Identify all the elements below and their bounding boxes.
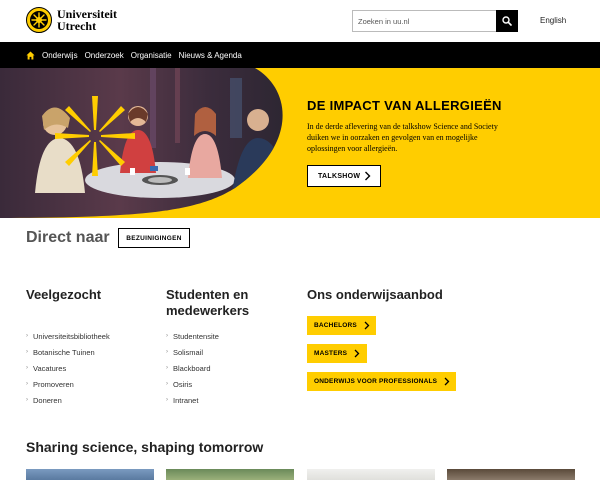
list-item[interactable]: › Doneren: [26, 396, 110, 412]
professionals-label: ONDERWIJS VOOR PROFESSIONALS: [314, 378, 438, 385]
hero-talkshow-image[interactable]: [0, 68, 300, 218]
link-doneren[interactable]: Doneren: [33, 396, 62, 405]
chevron-bullet-icon: ›: [166, 349, 168, 355]
chevron-bullet-icon: ›: [166, 381, 168, 387]
list-item[interactable]: › Studentensite: [166, 332, 219, 348]
link-vacatures[interactable]: Vacatures: [33, 364, 66, 373]
list-item[interactable]: › Osiris: [166, 380, 219, 396]
direct-naar-heading: Direct naar: [26, 229, 110, 246]
heading-line-2: medewerkers: [166, 303, 250, 318]
list-item[interactable]: › Blackboard: [166, 364, 219, 380]
hero-description: In de derde aflevering van de talkshow S…: [307, 122, 498, 153]
chevron-bullet-icon: ›: [26, 349, 28, 355]
news-thumbnail-3[interactable]: [307, 469, 435, 480]
studenten-list: › Studentensite › Solismail › Blackboard › O…: [166, 332, 219, 412]
list-item[interactable]: › Solismail: [166, 348, 219, 364]
hero-title: DE IMPACT VAN ALLERGIEËN: [307, 98, 502, 113]
masters-label: MASTERS: [314, 350, 348, 357]
bachelors-label: BACHELORS: [314, 322, 357, 329]
link-universiteitsbibliotheek[interactable]: Universiteitsbibliotheek: [33, 332, 110, 341]
talkshow-button-label: TALKSHOW: [318, 172, 361, 180]
link-studentensite[interactable]: Studentensite: [173, 332, 219, 341]
site-header: Universiteit Utrecht English: [0, 0, 600, 42]
chevron-right-icon: [364, 321, 370, 330]
nav-item-nieuws-agenda[interactable]: Nieuws & Agenda: [179, 51, 242, 60]
onderwijs-voor-professionals-button[interactable]: ONDERWIJS VOOR PROFESSIONALS: [307, 372, 456, 391]
chevron-right-icon: [365, 171, 371, 181]
studenten-medewerkers-heading: Studenten en medewerkers: [166, 287, 249, 319]
link-promoveren[interactable]: Promoveren: [33, 380, 74, 389]
masters-button[interactable]: MASTERS: [307, 344, 367, 363]
chevron-bullet-icon: ›: [166, 397, 168, 403]
list-item[interactable]: › Intranet: [166, 396, 219, 412]
search-icon: [502, 16, 512, 26]
home-icon: [26, 50, 35, 60]
link-solismail[interactable]: Solismail: [173, 348, 203, 357]
list-item[interactable]: › Botanische Tuinen: [26, 348, 110, 364]
chevron-bullet-icon: ›: [26, 397, 28, 403]
chevron-bullet-icon: ›: [26, 381, 28, 387]
list-item[interactable]: › Universiteitsbibliotheek: [26, 332, 110, 348]
chevron-right-icon: [354, 349, 360, 358]
sun-seal-icon: [26, 7, 52, 33]
link-osiris[interactable]: Osiris: [173, 380, 192, 389]
heading-line-1: Studenten en: [166, 287, 249, 302]
talkshow-button[interactable]: TALKSHOW: [307, 165, 381, 187]
chevron-bullet-icon: ›: [166, 365, 168, 371]
logo-line-2: Utrecht: [57, 19, 97, 33]
logo-text: Universiteit Utrecht: [57, 8, 117, 32]
bachelors-button[interactable]: BACHELORS: [307, 316, 376, 335]
link-blackboard[interactable]: Blackboard: [173, 364, 211, 373]
chevron-bullet-icon: ›: [26, 365, 28, 371]
news-thumbnail-4[interactable]: [447, 469, 575, 480]
list-item[interactable]: › Vacatures: [26, 364, 110, 380]
home-link[interactable]: [26, 50, 35, 60]
chevron-right-icon: [444, 377, 450, 386]
news-thumbnail-2[interactable]: [166, 469, 294, 480]
onderwijsaanbod-heading: Ons onderwijsaanbod: [307, 287, 443, 302]
chevron-bullet-icon: ›: [26, 333, 28, 339]
uu-logo[interactable]: Universiteit Utrecht: [26, 7, 117, 33]
nav-item-onderwijs[interactable]: Onderwijs: [42, 51, 78, 60]
search-input[interactable]: [352, 10, 496, 32]
news-thumbnail-1[interactable]: [26, 469, 154, 480]
list-item[interactable]: › Promoveren: [26, 380, 110, 396]
chevron-bullet-icon: ›: [166, 333, 168, 339]
nav-item-organisatie[interactable]: Organisatie: [131, 51, 172, 60]
main-navigation: Onderwijs Onderzoek Organisatie Nieuws &…: [0, 42, 600, 68]
link-botanische-tuinen[interactable]: Botanische Tuinen: [33, 348, 95, 357]
language-link-english[interactable]: English: [540, 16, 566, 25]
sharing-science-heading: Sharing science, shaping tomorrow: [26, 439, 264, 455]
nav-item-onderzoek[interactable]: Onderzoek: [85, 51, 124, 60]
search-button[interactable]: [496, 10, 518, 32]
link-intranet[interactable]: Intranet: [173, 396, 198, 405]
search-form: [352, 10, 518, 32]
veelgezocht-heading: Veelgezocht: [26, 287, 102, 302]
bezuinigingen-button[interactable]: BEZUINIGINGEN: [118, 228, 190, 248]
hero-banner: DE IMPACT VAN ALLERGIEËN In de derde afl…: [0, 68, 600, 218]
veelgezocht-list: › Universiteitsbibliotheek › Botanische Tu…: [26, 332, 110, 412]
